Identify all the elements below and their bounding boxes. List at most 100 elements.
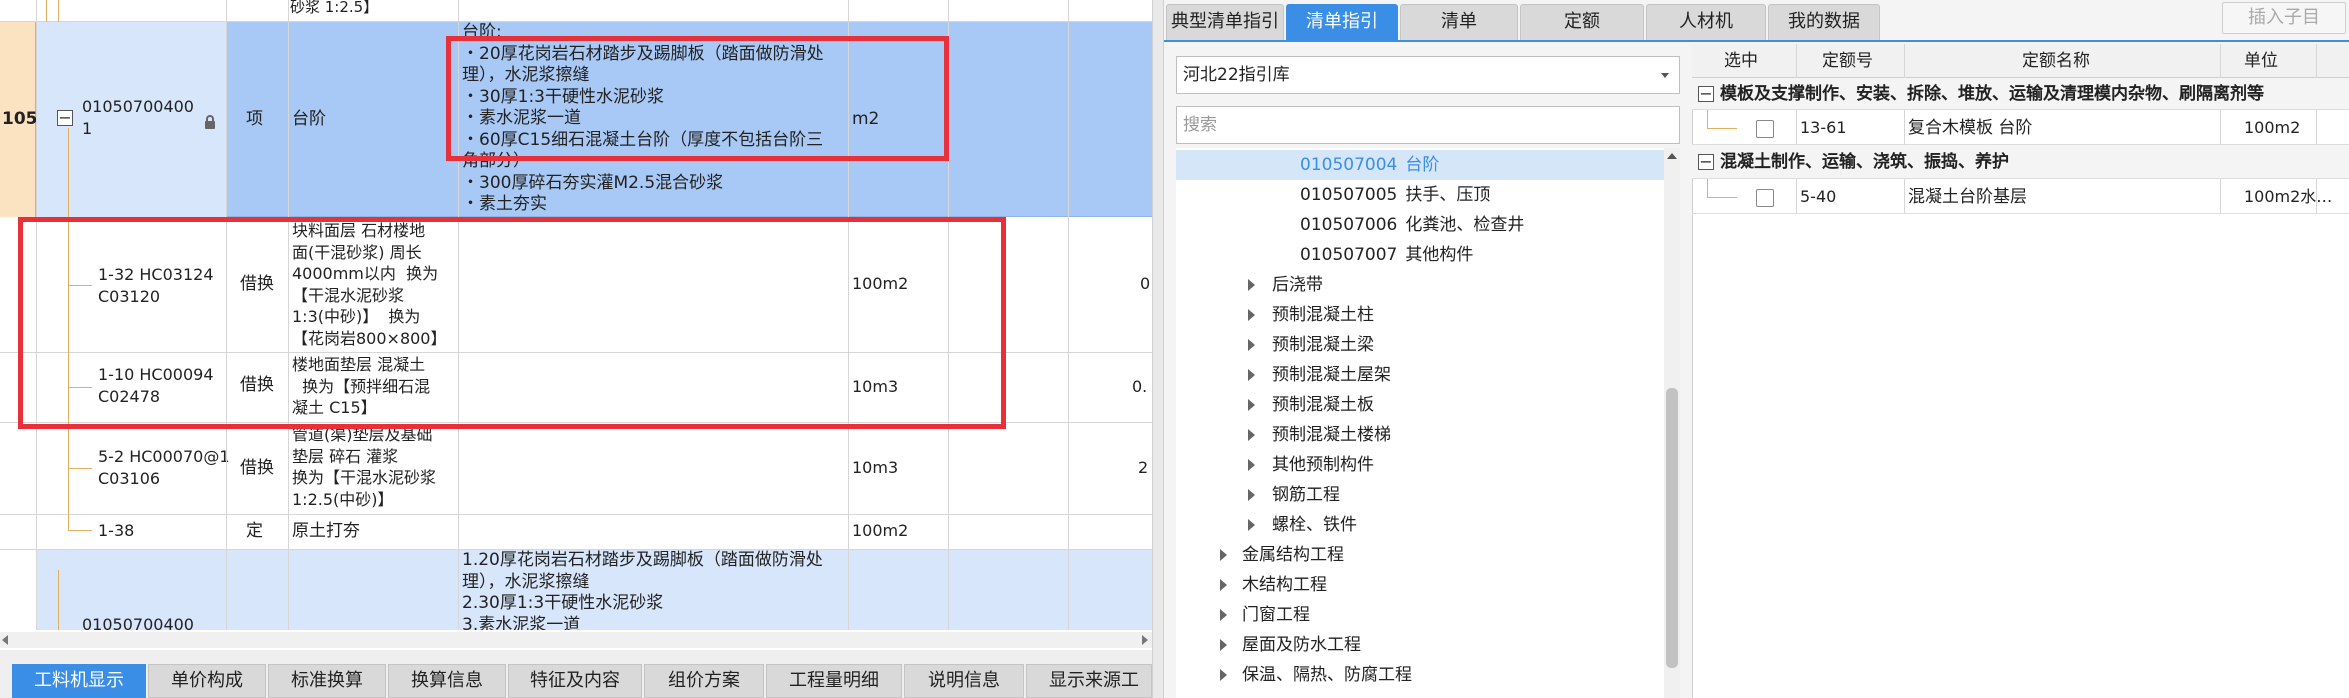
- tree-node-label: 预制混凝土梁: [1272, 335, 1374, 355]
- chevron-down-icon: [1661, 73, 1669, 78]
- tab-quantity-detail[interactable]: 工程量明细: [766, 664, 902, 698]
- header-unit: 单位: [2244, 51, 2278, 71]
- quota-qty: 2: [1138, 458, 1149, 477]
- scroll-thumb[interactable]: [1666, 388, 1678, 668]
- scroll-left-arrow-icon[interactable]: [2, 635, 8, 645]
- quota-type: 借换: [240, 375, 274, 395]
- horizontal-scrollbar[interactable]: [0, 632, 1152, 648]
- tab-standard-conversion[interactable]: 标准换算: [268, 664, 386, 698]
- tree-node-label: 金属结构工程: [1242, 545, 1344, 565]
- tree-node-label: 保温、隔热、防腐工程: [1242, 665, 1412, 685]
- quota-unit: 100m2: [852, 274, 909, 293]
- search-input[interactable]: 搜索: [1176, 106, 1680, 144]
- quota-unit: 100m2: [2244, 118, 2301, 137]
- tree-node[interactable]: 010507004 台阶: [1300, 150, 1439, 180]
- quota-unit: 10m3: [852, 458, 899, 477]
- tree-node[interactable]: 门窗工程: [1242, 600, 1310, 630]
- tree-node[interactable]: 预制混凝土板: [1272, 390, 1374, 420]
- expand-arrow-icon[interactable]: [1220, 609, 1227, 621]
- quota-code: 1-38: [98, 521, 135, 540]
- tree-node-label: 木结构工程: [1242, 575, 1327, 595]
- expand-arrow-icon[interactable]: [1220, 579, 1227, 591]
- table-row[interactable]: [0, 515, 1152, 550]
- tree-node[interactable]: 螺栓、铁件: [1272, 510, 1357, 540]
- tab-notes[interactable]: 说明信息: [904, 664, 1024, 698]
- expand-arrow-icon[interactable]: [1220, 549, 1227, 561]
- tree-node-label: 预制混凝土柱: [1272, 305, 1374, 325]
- expand-arrow-icon[interactable]: [1248, 369, 1255, 381]
- collapse-toggle-icon[interactable]: −: [1698, 86, 1714, 102]
- tree-node-label: 化粪池、检查井: [1405, 215, 1525, 235]
- quota-name: 混凝土台阶基层: [1908, 187, 2027, 207]
- expand-arrow-icon[interactable]: [1248, 459, 1255, 471]
- expand-arrow-icon[interactable]: [1248, 339, 1255, 351]
- tree-node[interactable]: 预制混凝土柱: [1272, 300, 1374, 330]
- tab-source-project[interactable]: 显示来源工程: [1026, 664, 1152, 698]
- tree-node[interactable]: 保温、隔热、防腐工程: [1242, 660, 1412, 690]
- tab-labor-material[interactable]: 人材机: [1646, 4, 1766, 40]
- select-checkbox[interactable]: [1756, 189, 1774, 207]
- item-feature: 1.20厚花岗岩石材踏步及踢脚板（踏面做防滑处 理），水泥浆擦缝 2.30厚1:…: [462, 550, 823, 630]
- tab-features[interactable]: 特征及内容: [508, 664, 642, 698]
- tree-node[interactable]: 金属结构工程: [1242, 540, 1344, 570]
- item-type: 项: [246, 109, 263, 129]
- tree-node-label: 后浇带: [1272, 275, 1323, 295]
- quota-grid: 砂浆 1:2.5】 105 − 01050700400 1 项 台阶 台阶: ・…: [0, 0, 1152, 630]
- tab-bill[interactable]: 清单: [1400, 4, 1518, 40]
- tab-quota[interactable]: 定额: [1520, 4, 1644, 40]
- tree-node-code: 010507004: [1300, 155, 1398, 175]
- tree-scrollbar[interactable]: [1664, 148, 1680, 698]
- expand-arrow-icon[interactable]: [1220, 669, 1227, 681]
- quota-name: 复合木模板 台阶: [1908, 118, 2033, 138]
- tab-bill-guide[interactable]: 清单指引: [1286, 4, 1398, 40]
- tree-node[interactable]: 钢筋工程: [1272, 480, 1340, 510]
- tree-node[interactable]: 预制混凝土楼梯: [1272, 420, 1391, 450]
- quota-qty: 0: [1140, 274, 1151, 293]
- tab-my-data[interactable]: 我的数据: [1768, 4, 1880, 40]
- quota-type: 定: [246, 521, 263, 541]
- tree-node[interactable]: 010507007 其他构件: [1300, 240, 1473, 270]
- collapse-toggle-icon[interactable]: −: [1698, 154, 1714, 170]
- row-number-cell[interactable]: 105: [0, 22, 38, 217]
- tree-node[interactable]: 预制混凝土屋架: [1272, 360, 1391, 390]
- tab-labor-material-machine[interactable]: 工料机显示: [12, 664, 146, 698]
- expand-arrow-icon[interactable]: [1248, 279, 1255, 291]
- expand-arrow-icon[interactable]: [1248, 489, 1255, 501]
- table-row[interactable]: 砂浆 1:2.5】: [0, 0, 1152, 22]
- quota-qty: 0.: [1132, 377, 1148, 396]
- search-placeholder: 搜索: [1183, 115, 1217, 135]
- tree-node-label: 其他预制构件: [1272, 455, 1374, 475]
- tab-unit-price[interactable]: 单价构成: [148, 664, 266, 698]
- expand-arrow-icon[interactable]: [1248, 309, 1255, 321]
- tree-node-label: 其他构件: [1405, 245, 1474, 265]
- select-checkbox[interactable]: [1756, 120, 1774, 138]
- expand-arrow-icon[interactable]: [1248, 519, 1255, 531]
- item-code: 01050700400: [82, 615, 194, 630]
- tab-typical-bill-guide[interactable]: 典型清单指引: [1166, 4, 1284, 40]
- item-code: 01050700400 1: [82, 97, 194, 138]
- insert-child-button[interactable]: 插入子目: [2222, 2, 2346, 34]
- scroll-up-arrow-icon[interactable]: [1667, 153, 1677, 159]
- tree-node[interactable]: 后浇带: [1272, 270, 1323, 300]
- tree-node-label: 屋面及防水工程: [1242, 635, 1361, 655]
- tree-node-label: 门窗工程: [1242, 605, 1310, 625]
- collapse-toggle-icon[interactable]: −: [57, 110, 73, 126]
- tab-pricing-plan[interactable]: 组价方案: [644, 664, 764, 698]
- tree-node[interactable]: 屋面及防水工程: [1242, 630, 1361, 660]
- tree-node[interactable]: 木结构工程: [1242, 570, 1327, 600]
- tree-node[interactable]: 010507006 化粪池、检查井: [1300, 210, 1524, 240]
- expand-arrow-icon[interactable]: [1248, 429, 1255, 441]
- tab-conversion-info[interactable]: 换算信息: [388, 664, 506, 698]
- quota-type: 借换: [240, 274, 274, 294]
- library-select[interactable]: 河北22指引库: [1176, 56, 1680, 94]
- panel-divider[interactable]: [1152, 0, 1164, 698]
- quota-unit: 10m3: [852, 377, 899, 396]
- tree-node-code: 010507007: [1300, 245, 1398, 265]
- expand-arrow-icon[interactable]: [1220, 639, 1227, 651]
- tree-node[interactable]: 010507005 扶手、压顶: [1300, 180, 1490, 210]
- scroll-right-arrow-icon[interactable]: [1142, 635, 1148, 645]
- tree-node[interactable]: 其他预制构件: [1272, 450, 1374, 480]
- tree-node[interactable]: 预制混凝土梁: [1272, 330, 1374, 360]
- header-code: 定额号: [1822, 51, 1873, 71]
- expand-arrow-icon[interactable]: [1248, 399, 1255, 411]
